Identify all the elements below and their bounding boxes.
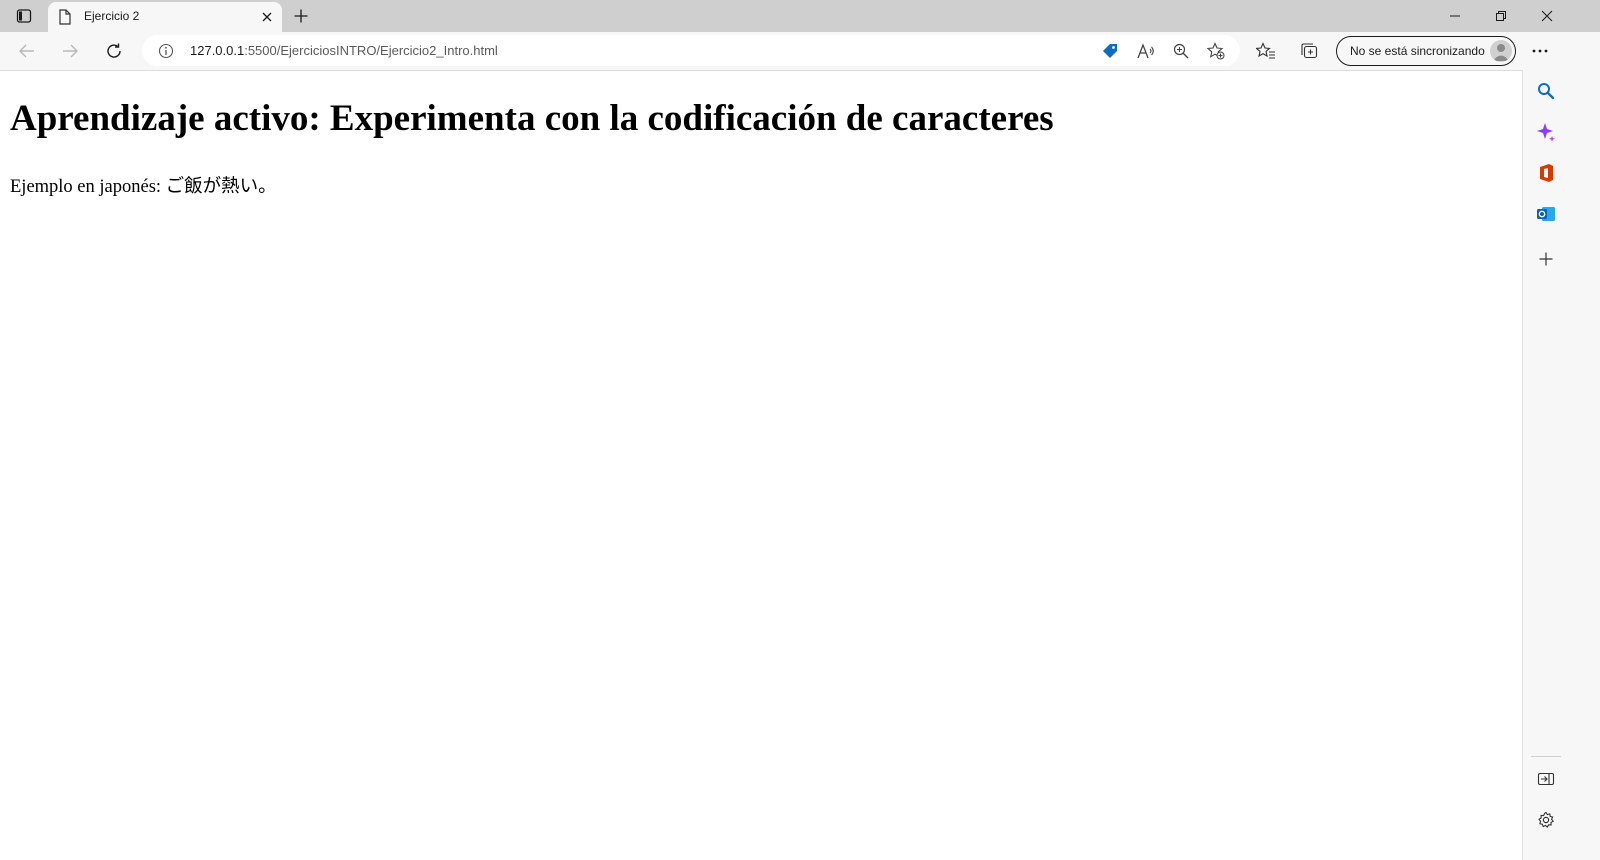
page-heading: Aprendizaje activo: Experimenta con la c… bbox=[10, 98, 1054, 139]
address-bar[interactable]: 127.0.0.1:5500/EjerciciosINTRO/Ejercicio… bbox=[142, 35, 1240, 66]
tab-actions-icon[interactable] bbox=[8, 4, 40, 28]
favorites-icon[interactable] bbox=[1253, 39, 1279, 63]
url-path: :5500/EjerciciosINTRO/Ejercicio2_Intro.h… bbox=[244, 43, 498, 58]
refresh-icon[interactable] bbox=[99, 37, 129, 65]
minimize-icon[interactable] bbox=[1432, 0, 1478, 32]
more-icon[interactable] bbox=[1527, 39, 1553, 63]
outlook-icon[interactable] bbox=[1533, 201, 1559, 227]
restore-icon[interactable] bbox=[1478, 0, 1524, 32]
forward-arrow-icon[interactable] bbox=[55, 37, 85, 65]
tab-strip: Ejercicio 2 bbox=[0, 0, 1600, 32]
window-close-icon[interactable] bbox=[1524, 0, 1570, 32]
page-icon bbox=[58, 9, 72, 25]
edge-sidebar bbox=[1522, 70, 1600, 860]
hide-sidebar-icon[interactable] bbox=[1533, 766, 1559, 792]
search-icon[interactable] bbox=[1533, 78, 1559, 104]
page-content: Aprendizaje activo: Experimenta con la c… bbox=[0, 71, 1522, 860]
star-add-icon[interactable] bbox=[1204, 41, 1228, 61]
tab-title: Ejercicio 2 bbox=[84, 9, 140, 23]
office-icon[interactable] bbox=[1533, 160, 1559, 186]
profile-label: No se está sincronizando bbox=[1350, 44, 1485, 58]
profile-button[interactable]: No se está sincronizando bbox=[1336, 36, 1516, 66]
browser-toolbar: 127.0.0.1:5500/EjerciciosINTRO/Ejercicio… bbox=[0, 32, 1600, 71]
add-icon[interactable] bbox=[1533, 246, 1559, 272]
info-icon[interactable] bbox=[158, 43, 174, 59]
back-arrow-icon[interactable] bbox=[12, 37, 42, 65]
page-paragraph: Ejemplo en japonés: ご飯が熱い。 bbox=[10, 177, 277, 197]
zoom-icon[interactable] bbox=[1169, 41, 1193, 61]
url-text[interactable]: 127.0.0.1:5500/EjerciciosINTRO/Ejercicio… bbox=[190, 43, 498, 58]
url-host: 127.0.0.1 bbox=[190, 43, 245, 58]
price-tag-icon[interactable] bbox=[1098, 41, 1122, 61]
settings-icon[interactable] bbox=[1533, 807, 1559, 833]
close-icon[interactable] bbox=[258, 8, 276, 26]
collections-icon[interactable] bbox=[1296, 39, 1322, 63]
copilot-icon[interactable] bbox=[1533, 119, 1559, 145]
plus-icon[interactable] bbox=[290, 5, 312, 27]
read-aloud-icon[interactable] bbox=[1134, 41, 1158, 61]
sidebar-divider bbox=[1531, 756, 1561, 757]
browser-tab[interactable]: Ejercicio 2 bbox=[48, 2, 282, 32]
avatar bbox=[1490, 40, 1512, 62]
